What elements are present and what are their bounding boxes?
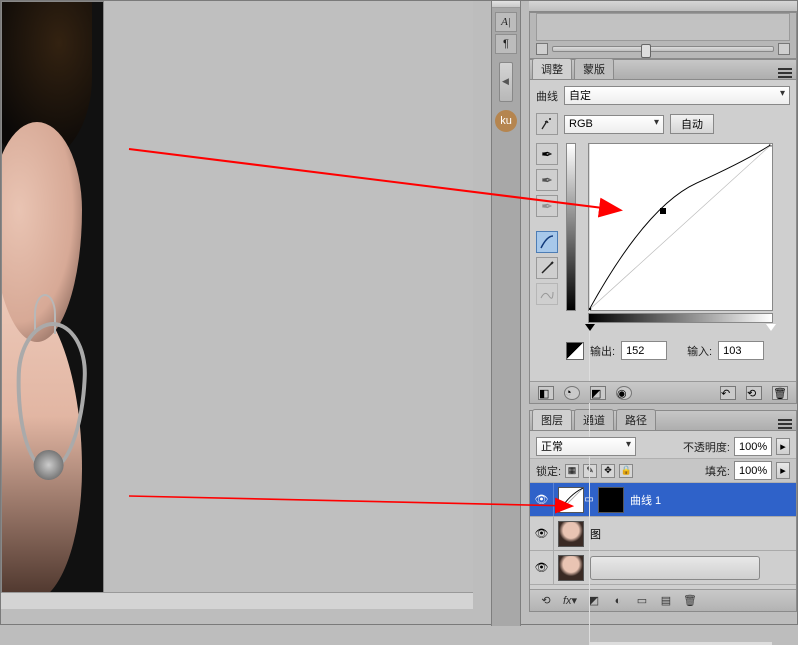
opacity-flyout-icon[interactable]: ▸: [776, 438, 790, 455]
new-layer-icon[interactable]: ▤: [658, 594, 674, 608]
panel-menu-icon[interactable]: [778, 67, 792, 79]
tab-adjustments[interactable]: 调整: [532, 58, 572, 79]
lock-label: 锁定:: [536, 463, 561, 479]
layers-tab-row: 图层 通道 路径: [529, 410, 797, 430]
lock-transparency-icon[interactable]: ▦: [565, 464, 579, 478]
fill-flyout-icon[interactable]: ▸: [776, 462, 790, 479]
channel-select[interactable]: RGB: [564, 115, 664, 134]
input-field[interactable]: [718, 341, 764, 360]
adjustments-footer: ◧ ◔ ◩ ◉ ↶ ⟲ 🗑: [530, 381, 796, 403]
clip-to-layer-icon[interactable]: [566, 342, 584, 360]
lock-all-icon[interactable]: 🔒: [619, 464, 633, 478]
zoom-out-icon[interactable]: [536, 43, 548, 55]
collapsed-panel-dock: A| ¶ ku: [491, 1, 521, 626]
layer-row-image[interactable]: 👁 图: [530, 517, 796, 551]
visibility-toggle-icon[interactable]: 👁: [530, 517, 554, 550]
layer-thumb[interactable]: [558, 521, 584, 547]
layers-panel-body: 正常 不透明度: ▸ 锁定: ▦ ✎ ✥ 🔒 填充: ▸ 👁 ▭ 曲线 1 �: [529, 430, 797, 612]
zoom-in-icon[interactable]: [778, 43, 790, 55]
reset-icon[interactable]: ⟲: [746, 386, 762, 400]
previous-state-icon[interactable]: ↶: [720, 386, 736, 400]
adjustments-panel-body: 曲线 自定 RGB 自动 ✒ ✒ ✒: [529, 79, 797, 404]
link-layers-icon[interactable]: ⟲: [538, 594, 554, 608]
layer-row-smartobject[interactable]: 👁: [530, 551, 796, 585]
layer-row-curves1[interactable]: 👁 ▭ 曲线 1: [530, 483, 796, 517]
smart-object-badge: [590, 556, 760, 580]
output-gradient: [566, 143, 576, 311]
input-label: 输入:: [687, 343, 712, 359]
layer-thumb[interactable]: [558, 555, 584, 581]
tab-channels[interactable]: 通道: [574, 409, 614, 430]
panel-dock-grip[interactable]: [529, 1, 797, 12]
curve-pencil-tool-icon[interactable]: [536, 257, 558, 279]
black-point-eyedropper-icon[interactable]: ✒: [536, 143, 558, 165]
navigator-preview[interactable]: [536, 13, 790, 41]
opacity-field[interactable]: [734, 437, 772, 456]
layer-mask-thumb[interactable]: [598, 487, 624, 513]
clip-icon[interactable]: ◩: [590, 386, 606, 400]
document-canvas[interactable]: [1, 1, 473, 609]
delete-adjustment-icon[interactable]: 🗑: [772, 386, 788, 400]
curves-preset-select[interactable]: 自定: [564, 86, 790, 105]
white-slider[interactable]: [766, 324, 776, 331]
target-adjust-tool-icon[interactable]: [536, 113, 558, 135]
fill-label: 填充:: [705, 463, 730, 479]
dock-grip[interactable]: [492, 1, 520, 8]
black-slider[interactable]: [585, 324, 595, 331]
tab-layers[interactable]: 图层: [532, 409, 572, 430]
smooth-curve-icon[interactable]: [536, 283, 558, 305]
right-panel-column: 调整 蒙版 曲线 自定 RGB 自动 ✒: [529, 1, 797, 624]
paragraph-panel-icon[interactable]: ¶: [495, 34, 517, 54]
return-to-list-icon[interactable]: ◧: [538, 386, 554, 400]
visibility-toggle-icon[interactable]: 👁: [530, 483, 554, 516]
auto-button[interactable]: 自动: [670, 114, 714, 134]
curve-point-tool-icon[interactable]: [536, 231, 558, 253]
canvas-scrollbar-area[interactable]: [1, 592, 473, 609]
panel-menu-icon[interactable]: [778, 418, 792, 430]
fill-field[interactable]: [734, 461, 772, 480]
layers-footer: ⟲ fx▾ ◩ ◐ ▭ ▤ 🗑: [530, 589, 796, 611]
output-field[interactable]: [621, 341, 667, 360]
curves-graph[interactable]: [588, 143, 773, 311]
new-group-icon[interactable]: ▭: [634, 594, 650, 608]
tab-paths[interactable]: 路径: [616, 409, 656, 430]
white-point-eyedropper-icon[interactable]: ✒: [536, 195, 558, 217]
expand-dock-button[interactable]: [499, 62, 513, 102]
input-gradient: [588, 313, 773, 323]
expand-view-icon[interactable]: ◔: [564, 386, 580, 400]
layer-fx-icon[interactable]: fx▾: [562, 594, 578, 608]
adjustment-thumb[interactable]: [558, 487, 584, 513]
layer-name[interactable]: 曲线 1: [630, 492, 796, 508]
gray-point-eyedropper-icon[interactable]: ✒: [536, 169, 558, 191]
lock-position-icon[interactable]: ✥: [601, 464, 615, 478]
new-adjustment-icon[interactable]: ◐: [610, 594, 626, 608]
curves-tool-column: ✒ ✒ ✒: [536, 143, 560, 360]
lock-pixels-icon[interactable]: ✎: [583, 464, 597, 478]
document-image[interactable]: [1, 1, 104, 599]
kuler-panel-icon[interactable]: ku: [495, 110, 517, 132]
curve-point-marker[interactable]: [660, 208, 666, 214]
zoom-slider[interactable]: [552, 46, 774, 52]
adjustments-tab-row: 调整 蒙版: [529, 59, 797, 79]
opacity-label: 不透明度:: [683, 439, 730, 455]
character-panel-icon[interactable]: A|: [495, 12, 517, 32]
curves-label: 曲线: [536, 88, 558, 104]
tab-masks[interactable]: 蒙版: [574, 58, 614, 79]
delete-layer-icon[interactable]: 🗑: [682, 594, 698, 608]
blend-mode-select[interactable]: 正常: [536, 437, 636, 456]
navigator-panel: [529, 12, 797, 59]
visibility-toggle-icon[interactable]: 👁: [530, 551, 554, 584]
layer-name[interactable]: 图: [590, 526, 796, 542]
toggle-visibility-icon[interactable]: ◉: [616, 386, 632, 400]
output-label: 输出:: [590, 343, 615, 359]
